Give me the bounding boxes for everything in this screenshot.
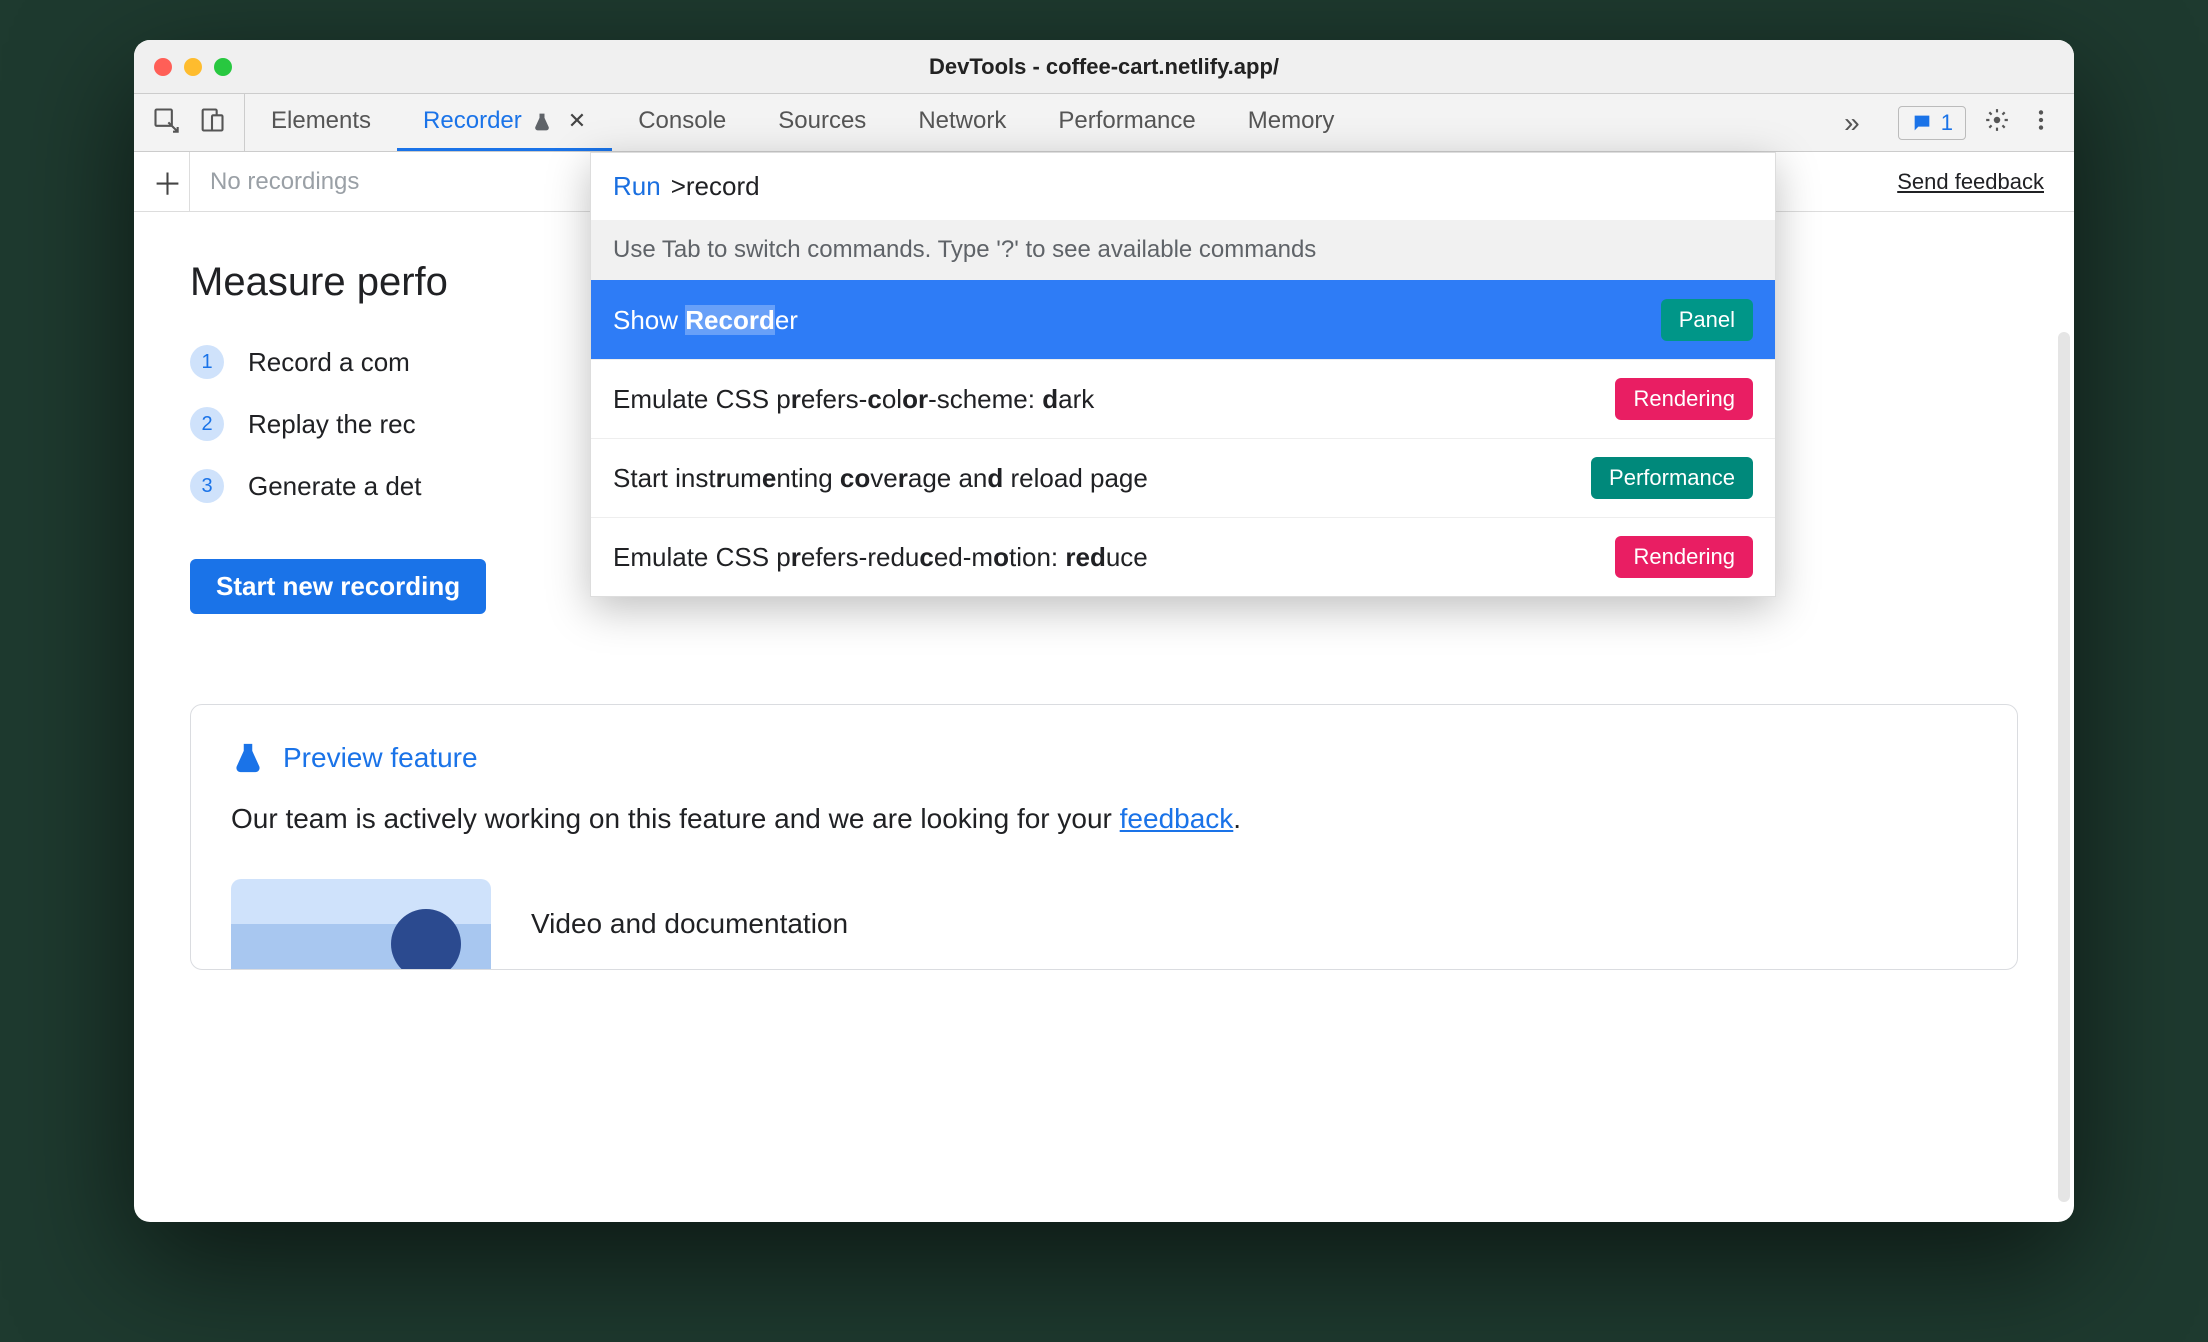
close-tab-icon[interactable]: ✕ [568, 108, 586, 134]
tab-performance[interactable]: Performance [1032, 94, 1221, 151]
send-feedback-link[interactable]: Send feedback [1897, 169, 2044, 195]
tab-label: Sources [778, 107, 866, 135]
palette-item[interactable]: Emulate CSS prefers-reduced-motion: redu… [591, 517, 1775, 596]
palette-item-badge: Rendering [1615, 378, 1753, 420]
inspect-tools [134, 94, 245, 151]
tab-elements[interactable]: Elements [245, 94, 397, 151]
tab-recorder[interactable]: Recorder ✕ [397, 94, 612, 151]
step-number: 3 [190, 469, 224, 503]
window-title: DevTools - coffee-cart.netlify.app/ [134, 54, 2074, 80]
palette-item-badge: Panel [1661, 299, 1753, 341]
preview-feature-label: Preview feature [283, 742, 478, 774]
settings-icon[interactable] [1984, 107, 2010, 138]
scrollbar[interactable] [2058, 332, 2070, 1202]
add-recording-button[interactable]: ＋ [146, 152, 190, 211]
tabs-overflow-button[interactable]: » [1826, 94, 1878, 151]
palette-item-label: Show Recorder [613, 305, 798, 336]
messages-button[interactable]: 1 [1898, 106, 1966, 140]
video-thumbnail[interactable] [231, 879, 491, 969]
more-icon[interactable] [2028, 107, 2054, 138]
tab-network[interactable]: Network [892, 94, 1032, 151]
palette-input-row[interactable]: Run >record [591, 153, 1775, 220]
flask-icon [231, 741, 265, 775]
right-tools: 1 [1878, 94, 2074, 151]
palette-items: Show Recorder Panel Emulate CSS prefers-co… [591, 280, 1775, 596]
tab-label: Recorder [423, 107, 522, 135]
palette-item[interactable]: Show Recorder Panel [591, 280, 1775, 359]
device-toolbar-icon[interactable] [198, 106, 226, 139]
palette-item-label: Emulate CSS prefers-reduced-motion: redu… [613, 542, 1148, 573]
step-text: Record a com [248, 347, 410, 378]
inspect-element-icon[interactable] [152, 106, 180, 139]
video-row: Video and documentation [231, 879, 1977, 969]
command-palette: Run >record Use Tab to switch commands. … [590, 152, 1776, 597]
preview-text-suffix: . [1233, 803, 1241, 834]
palette-item[interactable]: Start instrumenting coverage and reload … [591, 438, 1775, 517]
messages-count: 1 [1941, 110, 1953, 136]
palette-item-label: Start instrumenting coverage and reload … [613, 463, 1148, 494]
preview-feature-card: Preview feature Our team is actively wor… [190, 704, 2018, 970]
preview-feature-text: Our team is actively working on this fea… [231, 803, 1977, 835]
preview-text-prefix: Our team is actively working on this fea… [231, 803, 1120, 834]
tab-label: Elements [271, 107, 371, 135]
video-title: Video and documentation [531, 908, 848, 940]
step-number: 1 [190, 345, 224, 379]
flask-icon [532, 111, 552, 131]
tab-label: Console [638, 107, 726, 135]
preview-head: Preview feature [231, 741, 1977, 775]
palette-item-badge: Performance [1591, 457, 1753, 499]
tabstrip: Elements Recorder ✕ Console Sources Network Pe… [134, 94, 2074, 152]
tab-console[interactable]: Console [612, 94, 752, 151]
tab-label: Performance [1058, 107, 1195, 135]
start-recording-button[interactable]: Start new recording [190, 559, 486, 614]
palette-hint: Use Tab to switch commands. Type '?' to … [591, 220, 1775, 280]
feedback-link[interactable]: feedback [1120, 803, 1234, 834]
palette-run-label: Run [613, 171, 661, 202]
step-number: 2 [190, 407, 224, 441]
tab-label: Network [918, 107, 1006, 135]
tabs: Elements Recorder ✕ Console Sources Network Pe… [245, 94, 1826, 151]
tab-sources[interactable]: Sources [752, 94, 892, 151]
palette-item-label: Emulate CSS prefers-color-scheme: dark [613, 384, 1094, 415]
titlebar: DevTools - coffee-cart.netlify.app/ [134, 40, 2074, 94]
tab-label: Memory [1248, 107, 1335, 135]
step-text: Generate a det [248, 471, 421, 502]
palette-item[interactable]: Emulate CSS prefers-color-scheme: dark Re… [591, 359, 1775, 438]
palette-query: >record [671, 171, 760, 202]
devtools-window: DevTools - coffee-cart.netlify.app/ Elem… [134, 40, 2074, 1222]
step-text: Replay the rec [248, 409, 416, 440]
tab-memory[interactable]: Memory [1222, 94, 1361, 151]
palette-item-badge: Rendering [1615, 536, 1753, 578]
